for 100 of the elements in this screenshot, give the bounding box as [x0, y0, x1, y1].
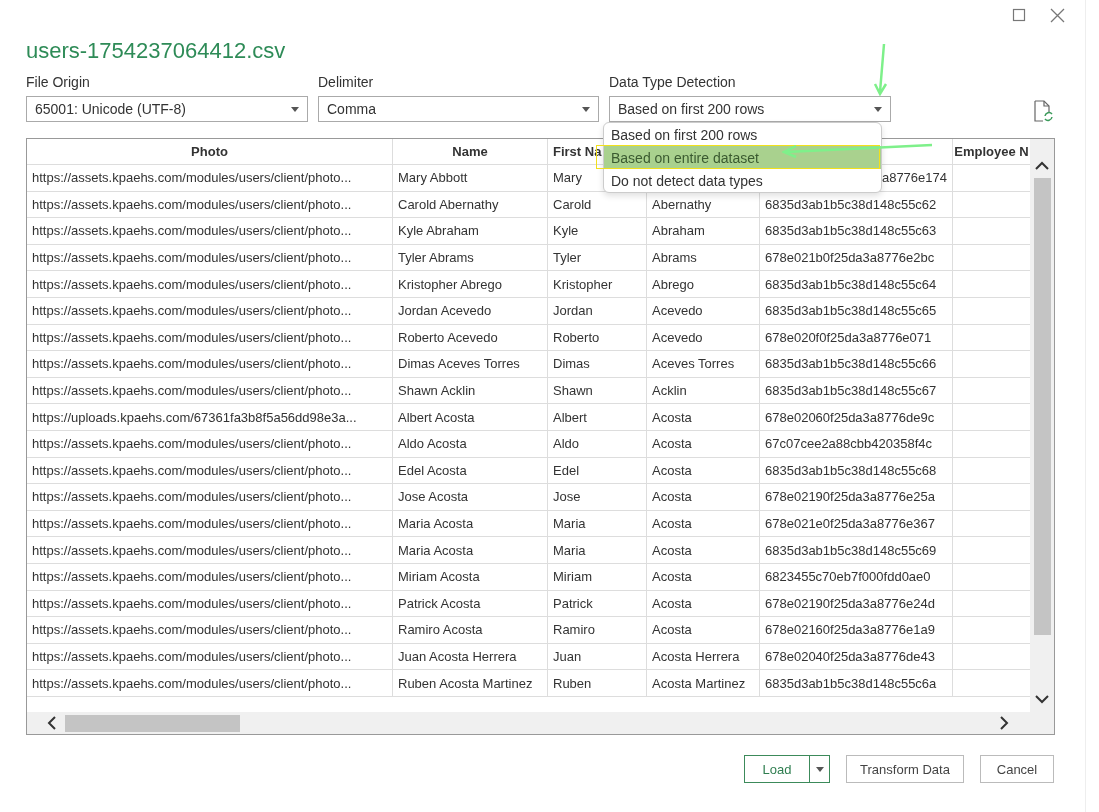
table-cell: https://assets.kpaehs.com/modules/users/client/photo... [27, 191, 393, 218]
dialog-button[interactable]: Transform Data [846, 755, 964, 783]
table-cell: Roberto Acevedo [393, 324, 548, 351]
table-cell: Kristopher [548, 271, 647, 297]
table-cell: Jordan Acevedo [393, 297, 548, 324]
horizontal-scrollbar[interactable] [27, 712, 1054, 734]
table-cell: Juan Acosta Herrera [393, 643, 548, 670]
table-cell: Miriam Acosta [393, 563, 548, 590]
close-icon[interactable] [1050, 7, 1065, 23]
table-cell: 678e02040f25da3a8776de43 [760, 643, 953, 670]
table-cell: 6823455c70eb7f000fdd0ae0 [760, 563, 953, 590]
caret-icon [874, 106, 882, 112]
table-cell: Aldo [548, 430, 647, 457]
scroll-up-icon[interactable] [1035, 161, 1049, 170]
table-cell: Abraham [647, 218, 760, 244]
scroll-down-icon[interactable] [1035, 695, 1049, 704]
table-cell: Shawn [548, 377, 647, 404]
table-cell: 678e02190f25da3a8776e24d [760, 590, 953, 617]
dropdown-field[interactable]: Based on first 200 rows [609, 96, 891, 122]
table-cell: 678e020f0f25da3a8776e071 [760, 324, 953, 351]
table-cell: 67c07cee2a88cbb420358f4c [760, 430, 953, 457]
dropdown-field[interactable]: Comma [318, 96, 599, 122]
table-cell: Maria Acosta [393, 510, 548, 537]
table-cell: Tyler Abrams [393, 244, 548, 271]
table-cell: Albert [548, 404, 647, 430]
table-cell: Juan [548, 643, 647, 670]
table-cell: https://assets.kpaehs.com/modules/users/client/photo... [27, 563, 393, 590]
table-cell: Maria [548, 537, 647, 563]
table-cell: https://assets.kpaehs.com/modules/users/client/photo... [27, 297, 393, 324]
table-cell: Ramiro [548, 617, 647, 643]
table-cell: Albert Acosta [393, 404, 548, 430]
table-cell: Acosta [647, 457, 760, 484]
window-title: users-1754237064412.csv [26, 37, 286, 65]
table-cell: https://assets.kpaehs.com/modules/users/client/photo... [27, 510, 393, 537]
table-cell: https://assets.kpaehs.com/modules/users/client/photo... [27, 617, 393, 643]
table-cell: Edel Acosta [393, 457, 548, 484]
table-cell: 6835d3ab1b5c38d148c55c67 [760, 377, 953, 404]
table-cell: https://assets.kpaehs.com/modules/users/client/photo... [27, 271, 393, 297]
scrollbar-thumb[interactable] [1033, 178, 1051, 635]
table-cell: 678e021e0f25da3a8776e367 [760, 510, 953, 537]
table-cell: Abrams [647, 244, 760, 271]
field-label: File Origin [26, 74, 90, 92]
table-cell: Shawn Acklin [393, 377, 548, 404]
table-cell: https://assets.kpaehs.com/modules/users/client/photo... [27, 484, 393, 510]
table-cell: Acosta [647, 404, 760, 430]
caret-icon [291, 106, 299, 112]
table-cell: https://assets.kpaehs.com/modules/users/client/photo... [27, 643, 393, 670]
table-cell: 6835d3ab1b5c38d148c55c65 [760, 297, 953, 324]
table-cell: 6835d3ab1b5c38d148c55c69 [760, 537, 953, 563]
table-cell: 678e021b0f25da3a8776e2bc [760, 244, 953, 271]
table-cell: Roberto [548, 324, 647, 351]
table-cell: Acosta Martinez [647, 670, 760, 696]
table-cell: https://uploads.kpaehs.com/67361fa3b8f5a56dd98e3a... [27, 404, 393, 430]
table-cell: Acosta [647, 484, 760, 510]
dropdown-field[interactable]: 65001: Unicode (UTF-8) [26, 96, 308, 122]
table-cell: Acosta [647, 510, 760, 537]
table-cell: Maria Acosta [393, 537, 548, 563]
table-cell: Jose [548, 484, 647, 510]
table-cell: Kyle Abraham [393, 218, 548, 244]
column-header: Name [393, 139, 548, 164]
table-cell: Jordan [548, 297, 647, 324]
table-cell: https://assets.kpaehs.com/modules/users/client/photo... [27, 165, 393, 191]
table-cell: Acosta [647, 590, 760, 617]
table-cell: Acosta [647, 617, 760, 643]
vertical-scrollbar[interactable] [1030, 139, 1054, 712]
refresh-file-icon[interactable] [1033, 100, 1053, 122]
field-label: Data Type Detection [609, 74, 736, 92]
table-cell: Aceves Torres [647, 351, 760, 377]
table-cell: Tyler [548, 244, 647, 271]
table-cell: Acklin [647, 377, 760, 404]
scrollbar-thumb[interactable] [65, 714, 240, 732]
table-cell: 678e02060f25da3a8776de9c [760, 404, 953, 430]
table-cell: https://assets.kpaehs.com/modules/users/client/photo... [27, 244, 393, 271]
table-cell: 678e02190f25da3a8776e25a [760, 484, 953, 510]
maximize-icon[interactable] [1012, 8, 1026, 22]
table-cell: Ramiro Acosta [393, 617, 548, 643]
scroll-left-icon[interactable] [47, 716, 56, 730]
table-cell: Acosta [647, 563, 760, 590]
table-cell: Edel [548, 457, 647, 484]
table-cell: Acevedo [647, 297, 760, 324]
table-cell: https://assets.kpaehs.com/modules/users/client/photo... [27, 590, 393, 617]
table-cell: Aldo Acosta [393, 430, 548, 457]
table-cell: Acosta [647, 537, 760, 563]
table-cell: Mary Abbott [393, 165, 548, 191]
table-cell: Miriam [548, 563, 647, 590]
table-cell: 6835d3ab1b5c38d148c55c6a [760, 670, 953, 696]
table-cell: Acevedo [647, 324, 760, 351]
table-cell: Acosta Herrera [647, 643, 760, 670]
scroll-right-icon[interactable] [1000, 716, 1009, 730]
table-cell: https://assets.kpaehs.com/modules/users/client/photo... [27, 537, 393, 563]
table-cell: Ruben [548, 670, 647, 696]
table-cell: https://assets.kpaehs.com/modules/users/client/photo... [27, 670, 393, 696]
table-cell: Acosta [647, 430, 760, 457]
dialog-button[interactable]: Cancel [980, 755, 1054, 783]
caret-icon [582, 106, 590, 112]
table-cell: https://assets.kpaehs.com/modules/users/client/photo... [27, 377, 393, 404]
table-cell: Maria [548, 510, 647, 537]
table-cell: 6835d3ab1b5c38d148c55c63 [760, 218, 953, 244]
table-cell: https://assets.kpaehs.com/modules/users/client/photo... [27, 218, 393, 244]
table-cell: https://assets.kpaehs.com/modules/users/client/photo... [27, 351, 393, 377]
